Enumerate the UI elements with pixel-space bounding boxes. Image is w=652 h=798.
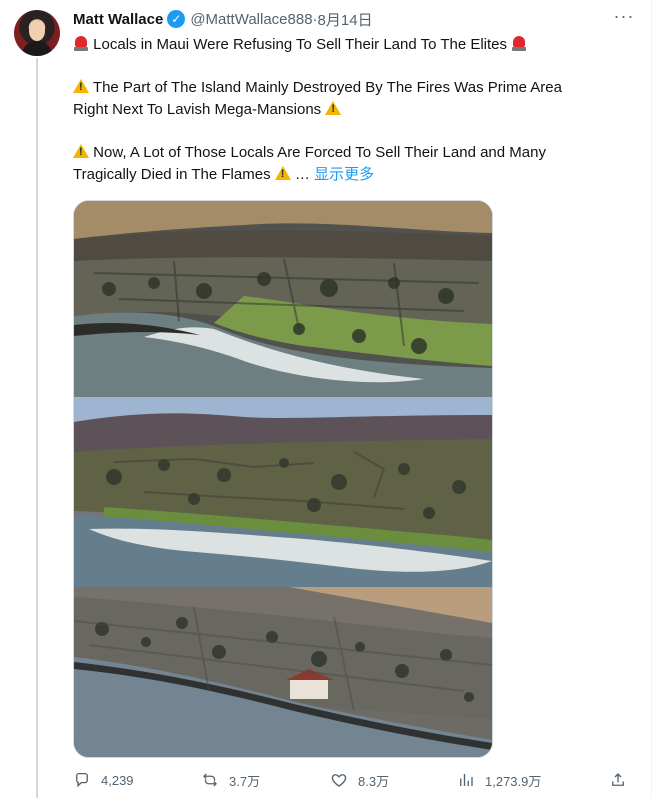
reply-icon: [76, 772, 88, 788]
tweet-body: Locals in Maui Were Refusing To Sell The…: [73, 34, 629, 186]
reply-button[interactable]: 4,239: [73, 768, 134, 792]
thread-line: [36, 58, 38, 798]
avatar-face: [29, 21, 45, 41]
author-handle[interactable]: @MattWallace888: [190, 11, 312, 28]
share-icon: [612, 773, 624, 786]
tweet-line-4: Now, A Lot of Those Locals Are Forced To…: [73, 142, 629, 164]
reply-count: 4,239: [101, 772, 134, 788]
share-button[interactable]: [609, 768, 637, 792]
tweet-line-2: The Part of The Island Mainly Destroyed …: [73, 77, 629, 99]
tweet-header: Matt Wallace ✓ @MattWallace888 · 8月14日: [73, 8, 613, 30]
aerial-photo-1[interactable]: [74, 201, 492, 397]
siren-icon: [511, 35, 527, 51]
aerial-photo-2[interactable]: [74, 397, 492, 587]
tweet-line-1: Locals in Maui Were Refusing To Sell The…: [73, 34, 629, 56]
like-button[interactable]: 8.3万: [330, 768, 389, 792]
more-options-button[interactable]: ···: [608, 6, 640, 32]
warning-icon: [274, 165, 291, 181]
show-more-link[interactable]: 显示更多: [314, 166, 374, 183]
avatar-shirt: [22, 41, 52, 56]
views-count: 1,273.9万: [485, 773, 542, 789]
tweet-date[interactable]: 8月14日: [318, 9, 373, 30]
tweet-text-part-3a: Now, A Lot of Those Locals Are Forced To…: [93, 144, 546, 161]
like-icon: [331, 774, 347, 787]
retweet-icon: [203, 773, 217, 787]
siren-icon: [73, 35, 89, 51]
author-name[interactable]: Matt Wallace: [73, 11, 163, 28]
tweet-actions: 4,239 3.7万 8.3万 1,273.9万: [73, 768, 633, 794]
retweet-button[interactable]: 3.7万: [201, 768, 260, 792]
tweet-text-part-3b: Tragically Died in The Flames: [73, 166, 271, 183]
warning-icon: [73, 78, 89, 94]
tweet-line-3: Right Next To Lavish Mega-Mansions: [73, 99, 629, 121]
warning-icon: [325, 100, 342, 116]
tweet-line-5: Tragically Died in The Flames … 显示更多: [73, 164, 629, 186]
views-icon: [460, 774, 473, 786]
retweet-count: 3.7万: [229, 773, 261, 789]
tweet-text-part-2b: Right Next To Lavish Mega-Mansions: [73, 101, 322, 118]
tweet-media[interactable]: [73, 200, 493, 758]
like-count: 8.3万: [358, 773, 390, 789]
tweet-text-part-2a: The Part of The Island Mainly Destroyed …: [92, 79, 562, 96]
verified-badge-icon: ✓: [167, 10, 186, 28]
views-button[interactable]: 1,273.9万: [457, 768, 541, 792]
warning-icon: [73, 143, 89, 159]
tweet-text-part-1: Locals in Maui Were Refusing To Sell The…: [93, 36, 508, 53]
avatar[interactable]: [14, 10, 60, 56]
ellipsis: …: [290, 166, 315, 183]
aerial-photo-3[interactable]: [74, 587, 492, 757]
